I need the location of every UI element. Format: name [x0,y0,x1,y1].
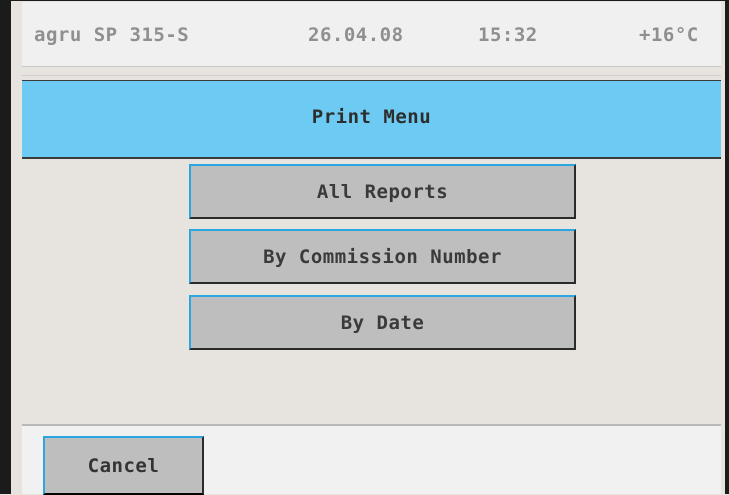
status-time: 15:32 [478,24,538,46]
status-temperature: +16°C [639,24,699,46]
by-commission-number-button[interactable]: By Commission Number [189,229,576,284]
status-bar: agru SP 315-S 26.04.08 15:32 +16°C [22,2,721,67]
cancel-button[interactable]: Cancel [43,436,204,495]
device-model: agru SP 315-S [34,24,190,46]
page-title: Print Menu [311,106,432,128]
by-date-button[interactable]: By Date [189,295,576,350]
status-date: 26.04.08 [308,24,404,46]
device-screen: agru SP 315-S 26.04.08 15:32 +16°C Print… [0,0,729,495]
title-bar: Print Menu [22,80,721,159]
all-reports-button[interactable]: All Reports [189,164,576,219]
divider [22,75,721,76]
